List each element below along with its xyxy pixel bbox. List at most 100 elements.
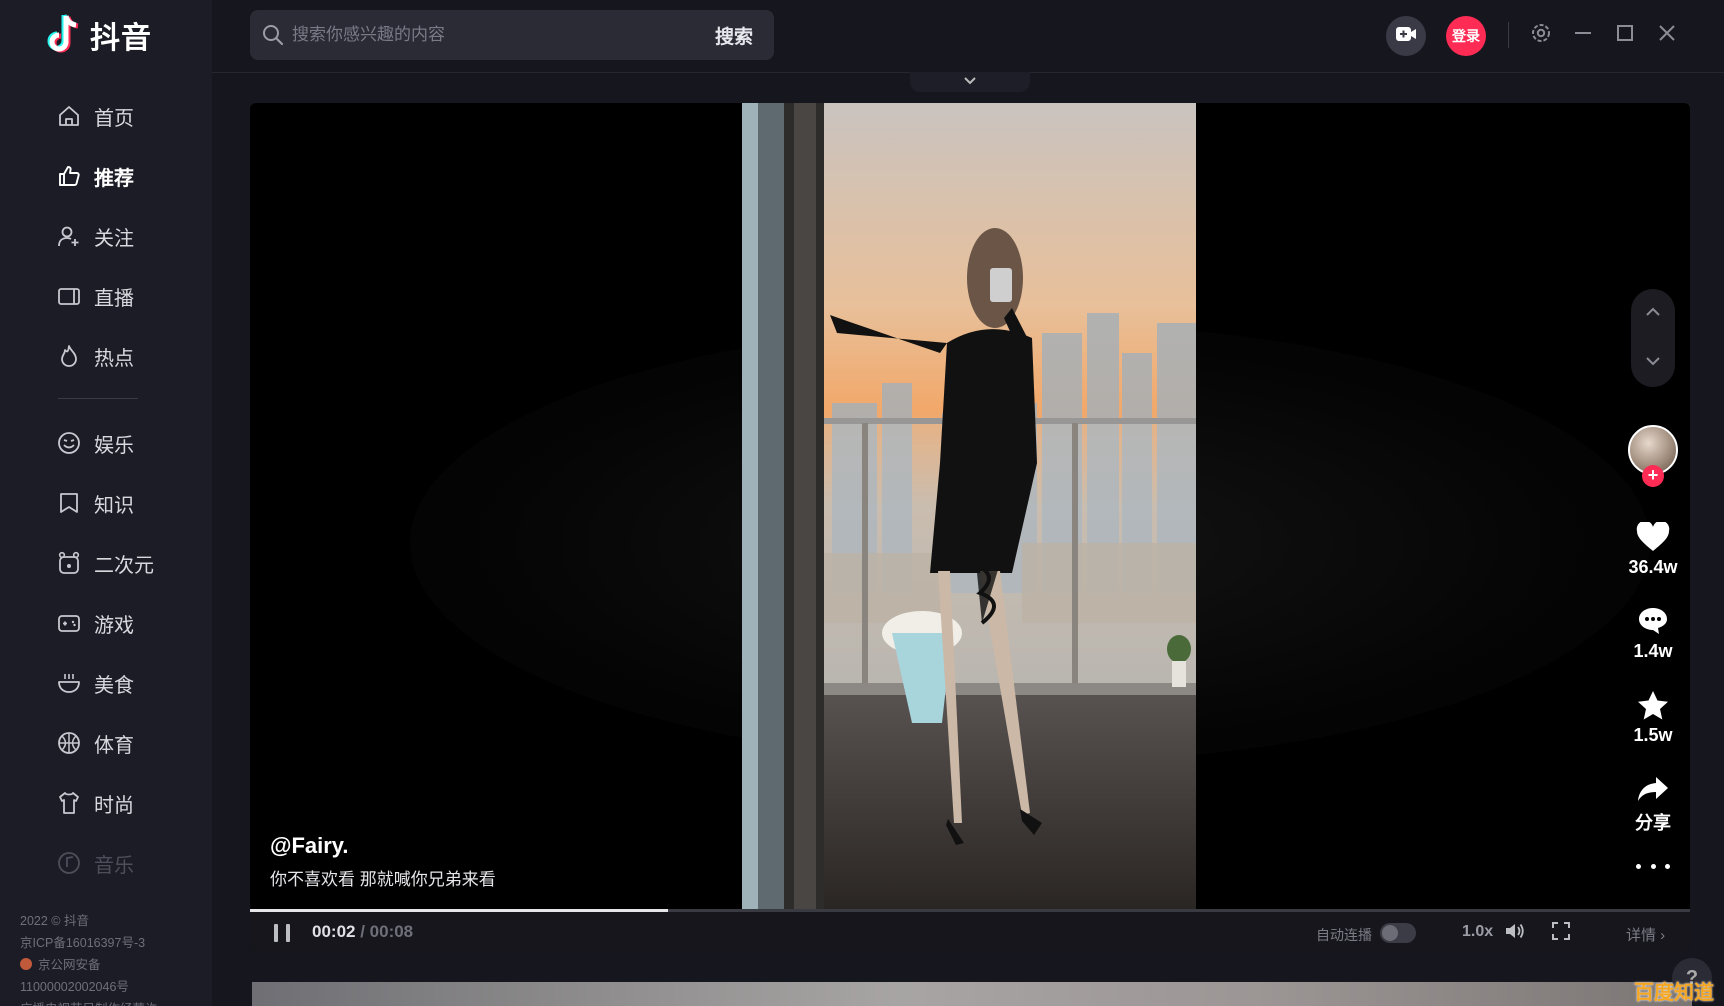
topbar-divider <box>1508 22 1509 48</box>
police-badge-icon <box>20 958 32 970</box>
sidebar-item-label: 推荐 <box>94 167 134 190</box>
sidebar: 抖音 首页 推荐 关注 直播 热点 娱乐 知识 二次元 游戏 美食 体育 时尚 … <box>0 0 212 1006</box>
chevron-down-icon <box>963 73 977 91</box>
bowl-icon <box>56 670 82 696</box>
previous-video-button[interactable] <box>1645 305 1661 323</box>
upload-video-button[interactable] <box>1386 16 1426 56</box>
license-text: 广播电视节目制作经营许 <box>20 998 158 1006</box>
star-icon <box>1633 687 1673 723</box>
video-navigation <box>1631 289 1675 387</box>
autoplay-label: 自动连播 <box>1316 927 1372 943</box>
autoplay-toggle[interactable] <box>1380 923 1416 943</box>
police-link[interactable]: 京公网安备 <box>20 954 158 976</box>
maximize-button[interactable] <box>1612 22 1638 48</box>
player-controls: 00:02 / 00:08 自动连播 1.0x 详情 › <box>250 909 1690 951</box>
search-button[interactable]: 搜索 <box>694 22 774 49</box>
sidebar-item-live[interactable]: 直播 <box>0 266 212 326</box>
details-link[interactable]: 详情 › <box>1626 924 1665 945</box>
minimize-button[interactable] <box>1570 22 1596 48</box>
fullscreen-button[interactable] <box>1550 921 1572 946</box>
login-button[interactable]: 登录 <box>1446 16 1486 56</box>
favorite-count: 1.5w <box>1633 725 1673 745</box>
smile-icon <box>56 430 82 456</box>
sidebar-item-label: 时尚 <box>94 794 134 817</box>
settings-button[interactable] <box>1528 22 1554 48</box>
icp-link[interactable]: 京ICP备16016397号-3 <box>20 932 158 954</box>
sidebar-item-label: 娱乐 <box>94 434 134 457</box>
progress-fill <box>250 909 668 912</box>
time-separator: / <box>355 922 370 941</box>
sidebar-item-follow[interactable]: 关注 <box>0 206 212 266</box>
search-input[interactable] <box>284 25 694 45</box>
heart-icon <box>1633 519 1673 555</box>
next-video-button[interactable] <box>1645 354 1661 372</box>
favorite-button[interactable]: 1.5w <box>1620 687 1686 746</box>
logo-text: 抖音 <box>90 22 152 55</box>
app-window: 抖音 首页 推荐 关注 直播 热点 娱乐 知识 二次元 游戏 美食 体育 时尚 … <box>0 0 1724 1006</box>
pause-button[interactable] <box>274 924 290 942</box>
video-author[interactable]: @Fairy. <box>270 833 349 859</box>
sidebar-item-knowledge[interactable]: 知识 <box>0 473 212 533</box>
music-icon <box>56 850 82 876</box>
logo[interactable]: 抖音 <box>44 12 152 58</box>
copyright-text: 2022 © 抖音 <box>20 914 89 928</box>
sidebar-item-games[interactable]: 游戏 <box>0 593 212 653</box>
sidebar-item-label: 体育 <box>94 734 134 757</box>
duration: 00:08 <box>369 922 414 941</box>
comment-count: 1.4w <box>1633 641 1673 661</box>
action-bar: + 36.4w 1.4w 1.5w 分享 <box>1620 103 1680 909</box>
sidebar-item-label: 知识 <box>94 494 134 517</box>
shirt-icon <box>56 790 82 816</box>
collapse-header-button[interactable] <box>910 72 1030 92</box>
sidebar-item-label: 首页 <box>94 107 134 130</box>
sidebar-item-anime[interactable]: 二次元 <box>0 533 212 593</box>
gamepad-icon <box>56 610 82 636</box>
playback-speed-button[interactable]: 1.0x <box>1462 923 1493 941</box>
sidebar-item-food[interactable]: 美食 <box>0 653 212 713</box>
sidebar-item-home[interactable]: 首页 <box>0 86 212 146</box>
more-options-icon[interactable] <box>1636 861 1670 871</box>
police-text: 京公网安备 <box>38 958 101 972</box>
sidebar-item-recommend[interactable]: 推荐 <box>0 146 212 206</box>
video-player[interactable]: @Fairy. 你不喜欢看 那就喊你兄弟来看 + 36.4w 1.4w 1.5w… <box>250 103 1690 951</box>
next-video-preview[interactable] <box>252 982 1692 1006</box>
sidebar-item-sports[interactable]: 体育 <box>0 713 212 773</box>
progress-bar[interactable] <box>250 909 1690 912</box>
video-content-image <box>742 103 1196 909</box>
sidebar-item-label: 游戏 <box>94 614 134 637</box>
maximize-icon <box>1615 23 1635 48</box>
ball-icon <box>56 730 82 756</box>
share-button[interactable]: 分享 <box>1620 771 1686 835</box>
watermark-text: 百度知道 <box>1634 982 1714 1004</box>
follow-button[interactable]: + <box>1642 465 1664 487</box>
police-number: 11000002002046号 <box>20 980 129 994</box>
sidebar-item-music[interactable]: 音乐 <box>0 833 212 893</box>
chevron-up-icon <box>1646 307 1660 316</box>
video-frame[interactable] <box>742 103 1196 909</box>
sidebar-item-label: 关注 <box>94 227 134 250</box>
search-bar: 搜索 <box>250 10 774 60</box>
tv-icon <box>56 283 82 309</box>
current-time: 00:02 <box>312 922 356 941</box>
close-icon <box>1657 23 1677 48</box>
sidebar-item-label: 直播 <box>94 287 134 310</box>
user-plus-icon <box>56 223 82 249</box>
video-plus-icon <box>1395 25 1417 48</box>
sidebar-item-entertainment[interactable]: 娱乐 <box>0 413 212 473</box>
close-button[interactable] <box>1654 22 1680 48</box>
minimize-icon <box>1573 23 1593 48</box>
thumbs-up-icon <box>56 163 82 189</box>
comment-button[interactable]: 1.4w <box>1620 603 1686 662</box>
sidebar-item-label: 热点 <box>94 347 134 370</box>
sidebar-item-label: 二次元 <box>94 554 154 577</box>
fullscreen-icon <box>1551 921 1571 946</box>
like-button[interactable]: 36.4w <box>1620 519 1686 578</box>
douyin-logo-icon <box>44 12 84 58</box>
volume-button[interactable] <box>1504 922 1526 944</box>
share-icon <box>1633 771 1673 807</box>
sidebar-item-fashion[interactable]: 时尚 <box>0 773 212 833</box>
flame-icon <box>56 343 82 369</box>
bookmark-icon <box>56 490 82 516</box>
sidebar-item-hot[interactable]: 热点 <box>0 326 212 386</box>
bear-icon <box>56 550 82 576</box>
